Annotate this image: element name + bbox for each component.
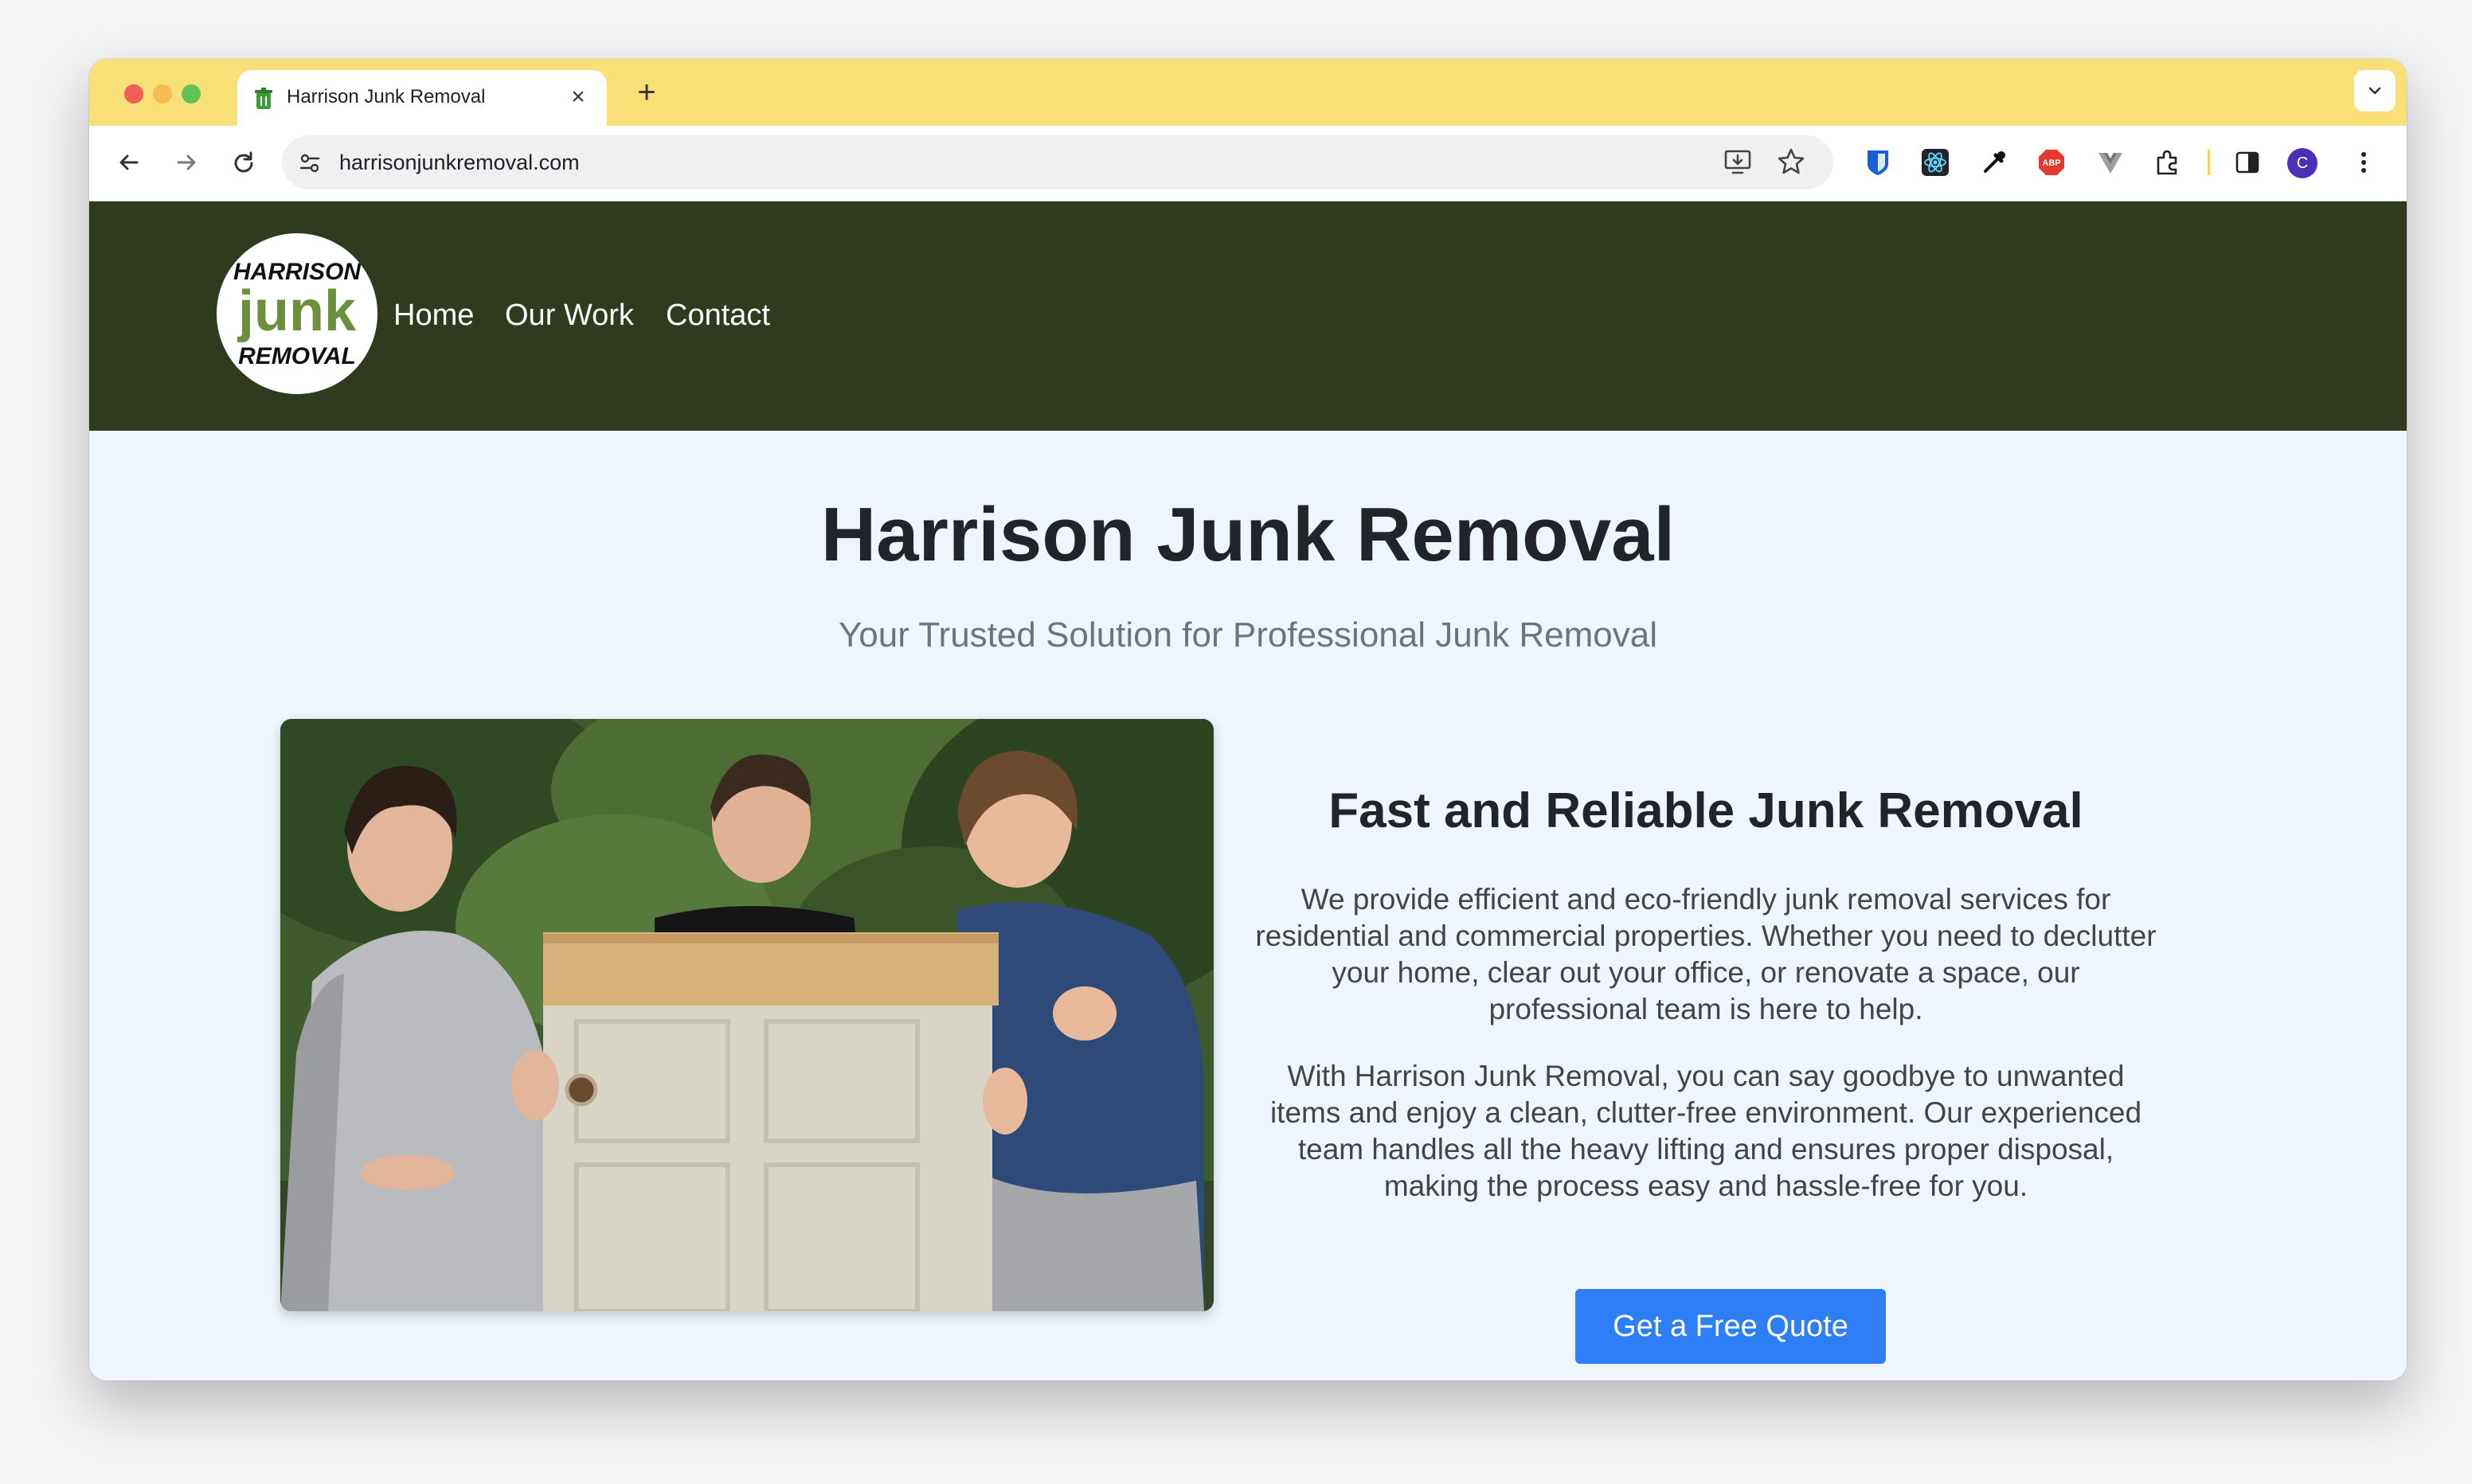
- logo-text-junk: junk: [237, 279, 357, 343]
- chevron-down-icon: [2368, 87, 2381, 95]
- install-app-icon[interactable]: [1723, 148, 1754, 177]
- vue-devtools-icon[interactable]: [2093, 145, 2128, 180]
- details-paragraph: With Harrison Junk Removal, you can say …: [1269, 1060, 2142, 1202]
- react-devtools-icon[interactable]: [1918, 145, 1953, 180]
- url-text[interactable]: harrisonjunkremoval.com: [339, 150, 580, 175]
- nav-our-work[interactable]: Our Work: [505, 299, 634, 333]
- get-free-quote-button[interactable]: Get a Free Quote: [1575, 1289, 1886, 1364]
- new-tab-button[interactable]: +: [628, 73, 666, 111]
- bitwarden-icon[interactable]: [1860, 145, 1895, 180]
- forward-button[interactable]: [167, 143, 205, 182]
- toolbar-divider: [2208, 150, 2210, 175]
- page-subtitle: Your Trusted Solution for Professional J…: [838, 615, 1658, 654]
- browser-tab[interactable]: Harrison Junk Removal ×: [237, 70, 607, 126]
- maximize-window-button[interactable]: [182, 84, 201, 103]
- team-photo: [280, 719, 1214, 1311]
- address-bar[interactable]: harrisonjunkremoval.com: [282, 135, 1833, 189]
- browser-window: Harrison Junk Removal × + harrisonjunkre…: [89, 59, 2407, 1381]
- browser-toolbar: harrisonjunkremoval.com ABP C: [89, 126, 2407, 201]
- logo-text-removal: REMOVAL: [238, 343, 356, 369]
- tab-title: Harrison Junk Removal: [287, 86, 486, 107]
- nav-contact[interactable]: Contact: [666, 299, 770, 333]
- close-window-button[interactable]: [124, 84, 143, 103]
- tab-search-button[interactable]: [2354, 70, 2396, 111]
- site-header: HARRISON junk REMOVAL Home Our Work Cont…: [89, 201, 2407, 431]
- eyedropper-icon[interactable]: [1977, 145, 2012, 180]
- nav-home[interactable]: Home: [393, 299, 474, 333]
- bookmark-star-icon[interactable]: [1776, 146, 1806, 177]
- page-title: Harrison Junk Removal: [820, 492, 1676, 577]
- profile-avatar[interactable]: C: [2287, 148, 2318, 178]
- web-page: HARRISON junk REMOVAL Home Our Work Cont…: [89, 201, 2407, 1381]
- site-settings-icon[interactable]: [296, 150, 323, 177]
- tab-strip: Harrison Junk Removal × +: [89, 59, 2407, 126]
- back-button[interactable]: [110, 143, 148, 182]
- adblock-plus-icon[interactable]: ABP: [2034, 145, 2069, 180]
- extensions-puzzle-icon[interactable]: [2150, 145, 2185, 180]
- site-logo[interactable]: HARRISON junk REMOVAL: [217, 233, 377, 394]
- adblock-label: ABP: [2042, 158, 2060, 168]
- close-tab-icon[interactable]: ×: [562, 81, 594, 113]
- side-panel-icon[interactable]: [2230, 145, 2265, 180]
- minimize-window-button[interactable]: [153, 84, 172, 103]
- more-menu-icon[interactable]: [2346, 145, 2381, 180]
- arrow-right-icon: [177, 154, 196, 170]
- trash-can-icon: [255, 88, 272, 109]
- reload-button[interactable]: [225, 143, 263, 182]
- arrow-left-icon: [119, 154, 139, 170]
- intro-paragraph: We provide efficient and eco-friendly ju…: [1255, 883, 2157, 1025]
- reload-icon: [234, 151, 253, 173]
- section-title: Fast and Reliable Junk Removal: [1328, 783, 2083, 838]
